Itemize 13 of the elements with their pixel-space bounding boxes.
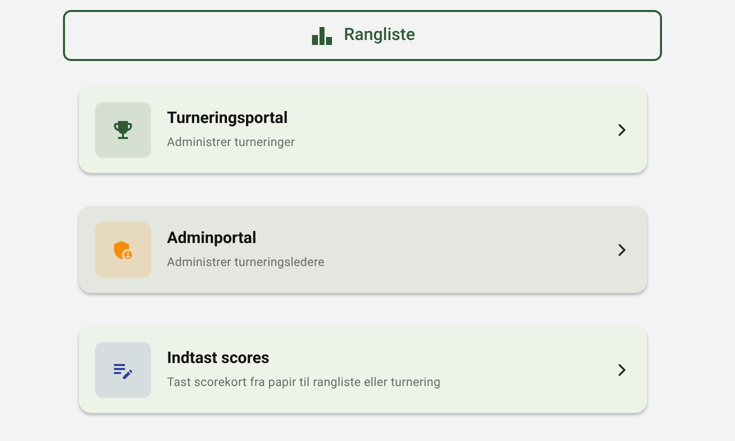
card-title: Turneringsportal <box>167 108 289 128</box>
ranking-button[interactable]: Rangliste <box>63 10 662 61</box>
portal-card[interactable]: Indtast scores Tast scorekort fra papir til rangliste eller turnering <box>79 326 647 413</box>
chevron-right-icon <box>616 122 628 136</box>
card-subtitle: Tast scorekort fra papir til rangliste eller turnering <box>167 374 442 391</box>
card-title: Indtast scores <box>167 348 270 368</box>
portal-card[interactable]: Turneringsportal Administrer turneringer <box>79 86 647 173</box>
card-subtitle: Administrer turneringer <box>167 134 296 151</box>
card-subtitle: Administrer turneringsledere <box>167 254 326 271</box>
card-title: Adminportal <box>167 228 258 248</box>
chevron-right-icon <box>616 362 628 376</box>
chevron-right-icon <box>616 242 628 256</box>
portal-card[interactable]: Adminportal Administrer turneringsledere <box>79 206 647 293</box>
